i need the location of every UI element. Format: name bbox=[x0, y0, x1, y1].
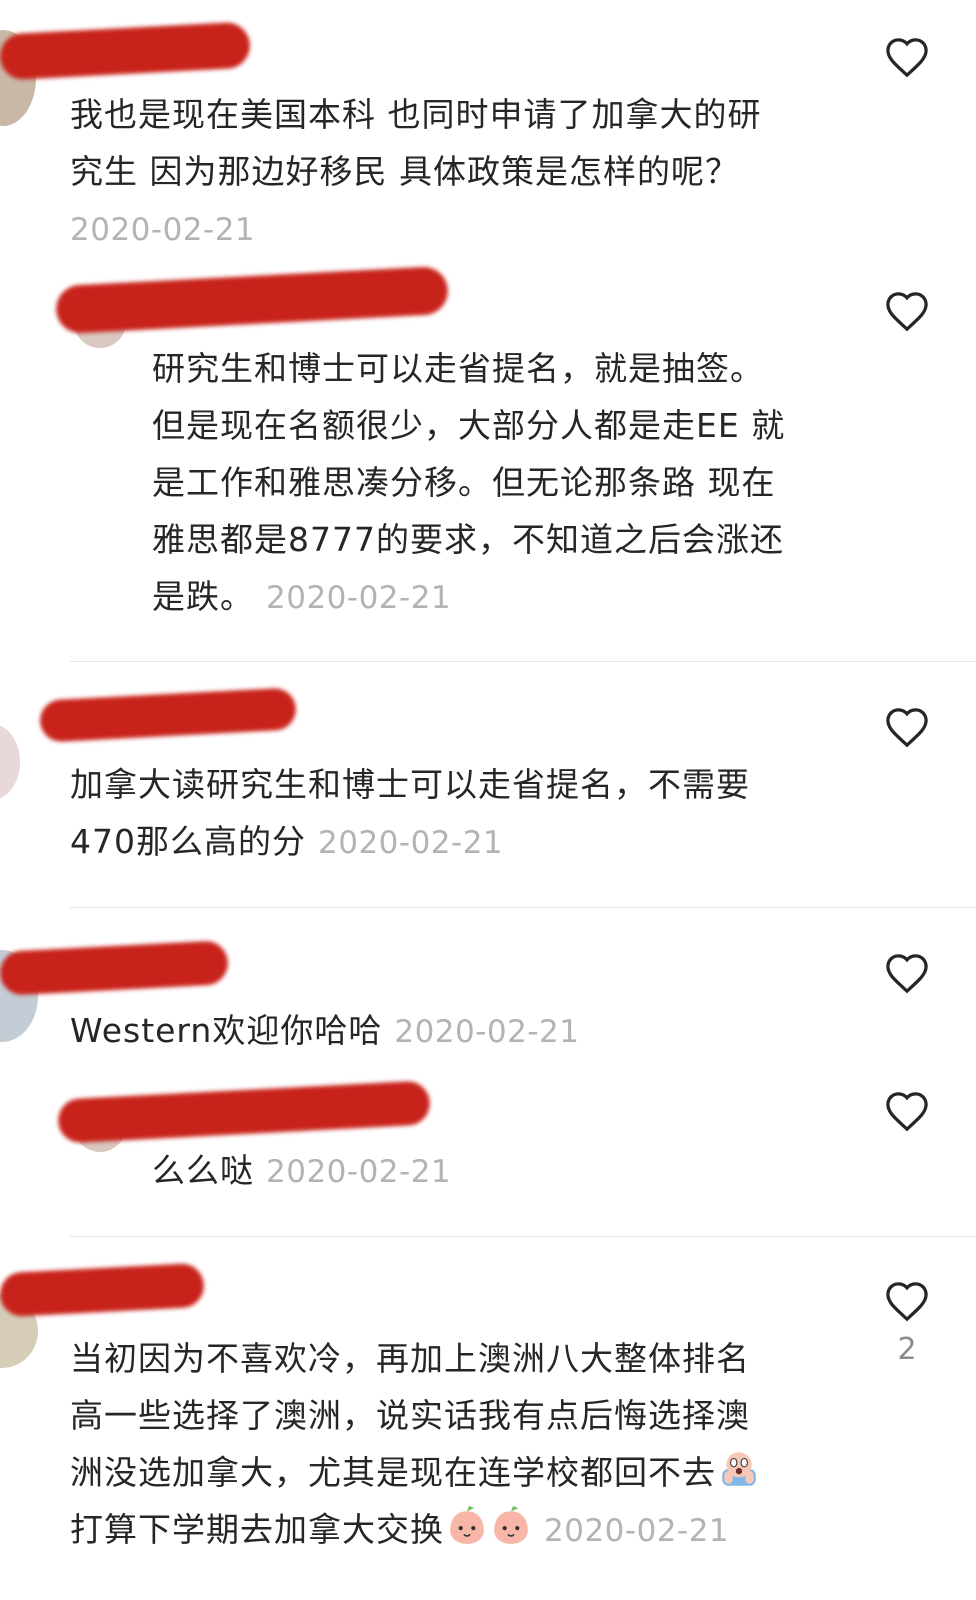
heart-outline-icon[interactable] bbox=[884, 706, 930, 748]
divider bbox=[70, 661, 976, 662]
heart-outline-icon[interactable] bbox=[884, 36, 930, 78]
comment-text: 我也是现在美国本科 也同时申请了加拿大的研 究生 因为那边好移民 具体政策是怎样… bbox=[70, 95, 762, 191]
comment-date: 2020-02-21 bbox=[266, 1154, 452, 1190]
redacted-username bbox=[39, 687, 297, 743]
redacted-username bbox=[0, 940, 229, 996]
comment-date: 2020-02-21 bbox=[544, 1513, 730, 1549]
comment-text: 加拿大读研究生和博士可以走省提名，不需要 470那么高的分 2020-02-21 bbox=[70, 765, 750, 861]
redacted-username bbox=[0, 1262, 206, 1318]
redacted-username bbox=[57, 1080, 431, 1144]
avatar[interactable] bbox=[0, 724, 20, 800]
divider bbox=[70, 1236, 976, 1237]
comment-text: 当初因为不喜欢冷，再加上澳洲八大整体排名 高一些选择了澳洲，说实话我有点后悔选择… bbox=[70, 1330, 760, 1560]
peach-face-emoji-icon bbox=[450, 1506, 484, 1544]
comment-date: 2020-02-21 bbox=[70, 212, 256, 248]
heart-outline-icon[interactable] bbox=[884, 290, 930, 332]
reply-text: 么么哒 2020-02-21 bbox=[152, 1151, 452, 1190]
peach-face-emoji-icon bbox=[494, 1506, 528, 1544]
reply-text: 研究生和博士可以走省提名，就是抽签。 但是现在名额很少，大部分人都是走EE 就 … bbox=[152, 349, 786, 616]
redacted-username bbox=[55, 265, 449, 335]
heart-outline-icon[interactable] bbox=[884, 952, 930, 994]
heart-outline-icon[interactable] bbox=[884, 1090, 930, 1132]
divider bbox=[70, 907, 976, 908]
comment-text: Western欢迎你哈哈 2020-02-21 bbox=[70, 1011, 580, 1050]
heart-outline-icon[interactable] bbox=[884, 1280, 930, 1322]
comment-date: 2020-02-21 bbox=[318, 825, 504, 861]
comment-date: 2020-02-21 bbox=[394, 1014, 580, 1050]
redacted-username bbox=[0, 21, 252, 81]
like-count: 2 bbox=[897, 1332, 917, 1367]
comment-date: 2020-02-21 bbox=[266, 580, 452, 616]
scream-emoji-icon bbox=[722, 1452, 756, 1486]
